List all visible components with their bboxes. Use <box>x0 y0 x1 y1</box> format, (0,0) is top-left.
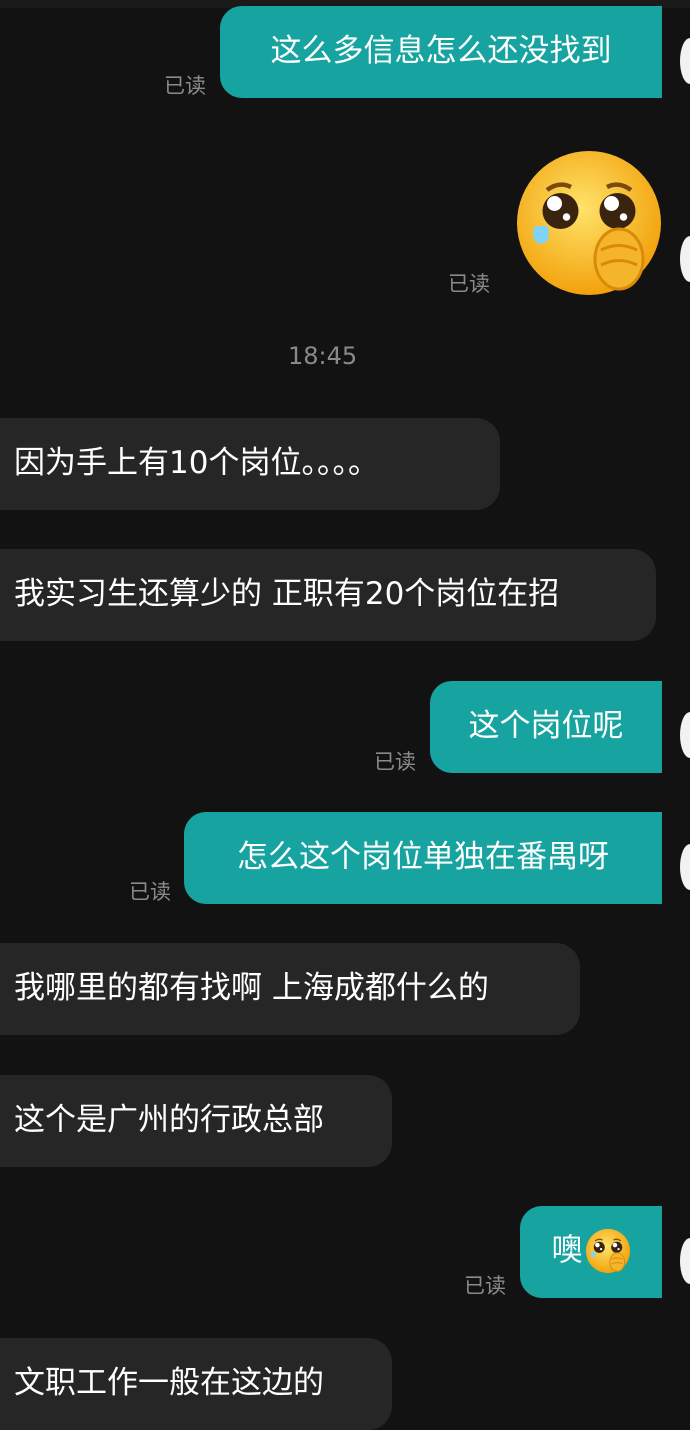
incoming-message[interactable]: 这个是广州的行政总部 <box>0 1075 392 1167</box>
read-receipt: 已读 <box>448 272 490 296</box>
message-text: 噢 <box>551 1232 583 1269</box>
crying-emoji-icon[interactable] <box>514 148 664 298</box>
incoming-message[interactable]: 我哪里的都有找啊 上海成都什么的 <box>0 943 580 1035</box>
incoming-message[interactable]: 因为手上有10个岗位。。。。 <box>0 418 500 510</box>
incoming-message[interactable]: 文职工作一般在这边的 <box>0 1338 392 1430</box>
read-receipt: 已读 <box>464 1274 506 1298</box>
outgoing-message[interactable]: 噢 <box>520 1206 662 1298</box>
crying-emoji-icon <box>584 1228 631 1274</box>
user-avatar[interactable] <box>680 844 690 890</box>
outgoing-message[interactable]: 这个岗位呢 <box>430 681 662 773</box>
message-timestamp: 18:45 <box>288 342 358 370</box>
watermark-area <box>560 1360 690 1416</box>
user-avatar[interactable] <box>680 712 690 758</box>
outgoing-message[interactable]: 怎么这个岗位单独在番禺呀 <box>184 812 662 904</box>
user-avatar[interactable] <box>680 1238 690 1284</box>
user-avatar[interactable] <box>680 236 690 282</box>
outgoing-message[interactable]: 这么多信息怎么还没找到 <box>220 6 662 98</box>
incoming-message[interactable]: 我实习生还算少的 正职有20个岗位在招 <box>0 549 656 641</box>
user-avatar[interactable] <box>680 38 690 84</box>
read-receipt: 已读 <box>129 880 171 904</box>
read-receipt: 已读 <box>164 74 206 98</box>
read-receipt: 已读 <box>374 750 416 774</box>
